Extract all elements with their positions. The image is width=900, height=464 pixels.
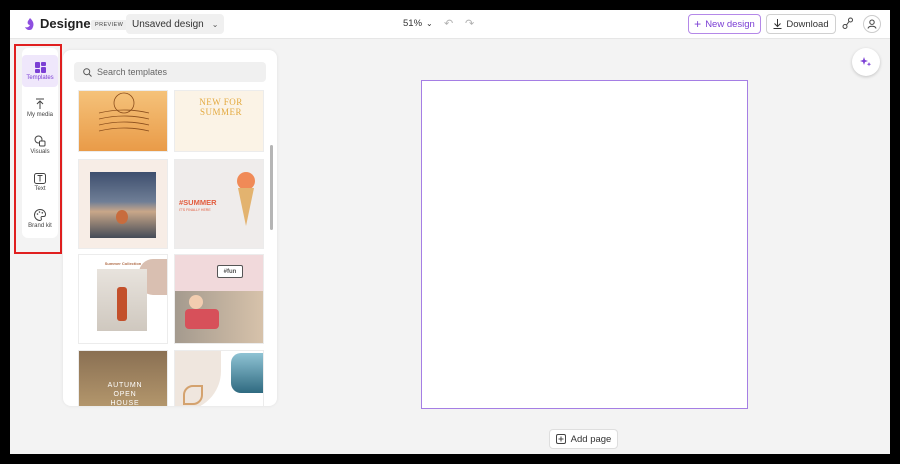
template-thumbnail[interactable]: Summer Collection [78,254,168,344]
app-name: Designer [40,16,96,31]
designer-assist-button[interactable] [852,48,880,76]
new-design-label: New design [705,18,755,30]
template-title: #fun [223,268,237,275]
template-thumbnail[interactable] [174,350,264,406]
leaf-graphic [183,385,203,405]
search-input[interactable]: Search templates [74,62,266,82]
template-title: NEW FOR SUMMER [199,97,243,117]
nav-label-my-media: My media [26,112,53,118]
nav-label-templates: Templates [26,74,54,81]
template-title: AUTUMN OPEN HOUSE [107,382,143,406]
template-subtitle: IT'S FINALLY HERE [179,208,211,212]
template-thumbnail[interactable]: NEW FOR SUMMER [174,90,264,152]
template-title: Summer Collection [104,261,142,266]
text-icon [34,172,46,184]
account-icon[interactable] [863,15,881,33]
photo-beach [231,353,263,393]
download-button[interactable]: Download [766,14,836,34]
template-thumbnail[interactable] [78,159,168,249]
undo-icon[interactable]: ↶ [444,17,453,30]
add-page-label: Add page [570,433,612,445]
side-nav: Templates My media Visuals Text Brand ki… [22,48,58,238]
nav-item-templates[interactable]: Templates [22,55,58,87]
templates-panel: Search templates NEW FOR SUMMER #SUMMER … [63,50,277,406]
shapes-icon [34,135,46,147]
new-design-button[interactable]: + New design [688,14,761,34]
sun-lines-graphic [98,92,150,132]
nav-item-brand-kit[interactable]: Brand kit [22,203,58,235]
panel-scrollbar[interactable] [270,145,273,230]
search-placeholder: Search templates [97,67,168,77]
search-icon [83,67,92,77]
person-icon [867,19,877,29]
add-page-button[interactable]: Add page [549,429,618,449]
zoom-dropdown[interactable]: 51% ⌄ [403,18,433,29]
designer-logo-icon [25,17,34,30]
plus-icon: + [694,17,702,31]
zoom-value: 51% [403,18,423,29]
template-thumbnail[interactable]: #fun [174,254,264,344]
template-title: #SUMMER [179,198,217,207]
share-icon[interactable] [842,17,854,30]
photo-child [175,291,263,343]
speech-bubble: #fun [217,265,243,278]
nav-label-text: Text [34,185,46,192]
nav-item-text[interactable]: Text [22,166,58,198]
upload-icon [36,98,44,109]
app-window: Designer PREVIEW Unsaved design ⌄ 51% ⌄ … [10,10,890,454]
design-canvas[interactable] [421,80,748,409]
palette-icon [34,209,46,221]
template-thumbnail[interactable]: AUTUMN OPEN HOUSE [78,350,168,406]
photo-sunset [90,172,156,238]
photo-fashion [97,269,147,331]
chevron-down-icon: ⌄ [426,19,433,28]
nav-item-my-media[interactable]: My media [22,92,58,124]
nav-label-visuals: Visuals [30,149,50,155]
download-icon [773,19,782,29]
download-label: Download [786,18,829,30]
top-bar: Designer PREVIEW Unsaved design ⌄ 51% ⌄ … [10,10,890,39]
chevron-down-icon: ⌄ [211,19,219,29]
nav-label-brand-kit: Brand kit [28,223,52,229]
design-name-dropdown[interactable]: Unsaved design ⌄ [126,14,225,34]
templates-icon [34,61,46,73]
design-name-label: Unsaved design [132,18,204,30]
designer-logo[interactable]: Designer [24,16,96,31]
template-thumbnail[interactable] [78,90,168,152]
template-thumbnail[interactable]: #SUMMER IT'S FINALLY HERE [174,159,264,249]
sparkle-icon [860,57,872,67]
nav-item-visuals[interactable]: Visuals [22,129,58,161]
add-page-icon [555,434,566,444]
redo-icon[interactable]: ↷ [465,17,474,30]
preview-badge: PREVIEW [91,20,128,30]
highlighted-nav-region: Templates My media Visuals Text Brand ki… [14,44,62,254]
